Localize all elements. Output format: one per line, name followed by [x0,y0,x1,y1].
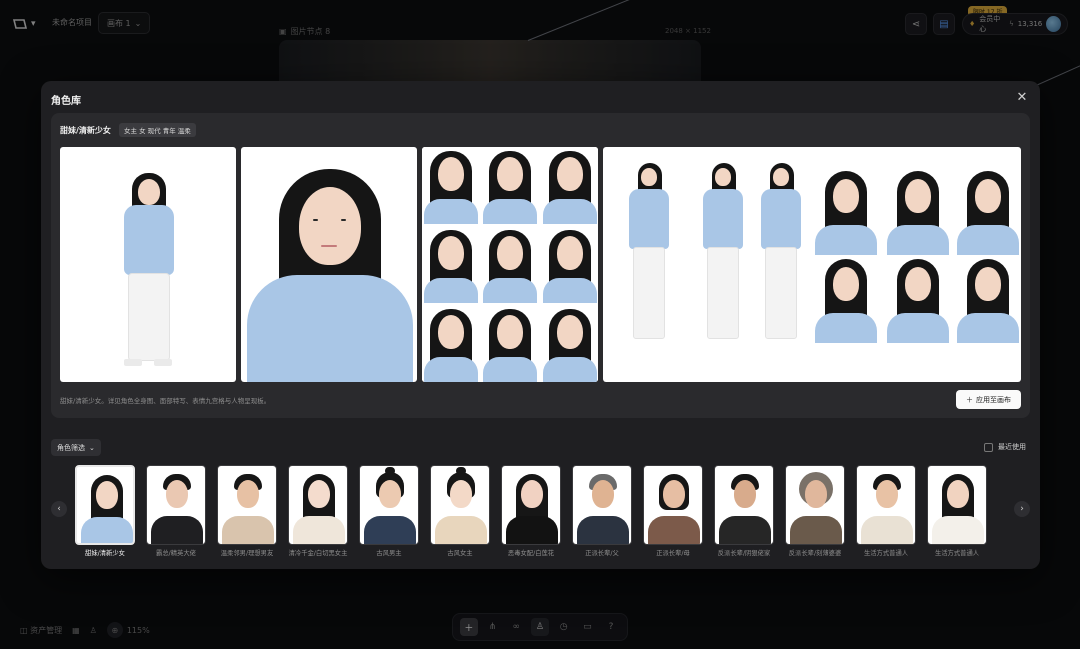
character-thumb-label: 恶毒女配/白莲花 [507,550,555,557]
recent-label: 最近使用 [998,443,1026,451]
character-thumb-image [75,465,135,545]
character-thumb-image [430,465,490,545]
recent-used-toggle[interactable]: 最近使用 [984,442,1026,452]
expression-cell [481,305,539,382]
expression-cell [422,147,480,224]
character-thumb-label: 古风女主 [447,550,473,557]
turnaround-head [955,167,1021,255]
close-button[interactable]: ✕ [1014,90,1030,106]
character-thumb-label: 甜妹/清新少女 [85,550,125,557]
character-thumb[interactable]: 生活方式普通人 [856,465,916,557]
chevron-right-icon: › [1020,504,1024,514]
character-preview-panel: 甜妹/清新少女 女主 女 现代 青年 温柔 甜妹/清新少女。详见角色全身图、面部… [51,113,1030,418]
character-thumb-image [785,465,845,545]
character-thumb-image [927,465,987,545]
character-thumb[interactable]: 甜妹/清新少女 [75,465,135,557]
character-thumb-label: 生活方式普通人 [934,550,980,557]
full-body-image[interactable] [60,147,236,382]
character-thumb[interactable]: 古风男主 [359,465,419,557]
portrait-closeup-image[interactable] [241,147,417,382]
character-tags: 女主 女 现代 青年 温柔 [119,123,196,137]
character-thumb-label: 温柔邻男/理想男友 [220,550,274,557]
character-thumb-label: 古风男主 [376,550,402,557]
carousel-next-button[interactable]: › [1014,501,1030,517]
plus-icon: ＋ [966,395,973,404]
character-thumb-image [643,465,703,545]
turnaround-figure [695,161,751,361]
character-thumb[interactable]: 生活方式普通人 [927,465,987,557]
character-thumb-label: 正派长辈/父 [585,550,619,557]
apply-label: 应用至画布 [976,395,1011,404]
turnaround-head [813,167,879,255]
character-thumb[interactable]: 霸总/精英大佬 [146,465,206,557]
character-thumb-image [501,465,561,545]
character-thumb[interactable]: 温柔邻男/理想男友 [217,465,277,557]
expression-cell [540,147,598,224]
character-thumb-label: 反派长辈/阴狠佬家 [717,550,771,557]
character-thumb[interactable]: 正派长辈/母 [643,465,703,557]
character-thumb-image [359,465,419,545]
turnaround-head [813,255,879,343]
expression-cell [540,305,598,382]
character-name: 甜妹/清新少女 [60,126,111,135]
expression-cell [481,147,539,224]
turnaround-head [885,167,951,255]
character-thumb-label: 霸总/精英大佬 [156,550,196,557]
character-carousel: 甜妹/清新少女 霸总/精英大佬 温柔邻男/理想男友 清冷千金/白切黑女主 古风男主 古风女… [75,465,1005,561]
character-filter-dropdown[interactable]: 角色筛选 ⌄ [51,439,101,456]
character-thumb-image [217,465,277,545]
expression-cell [422,305,480,382]
character-thumb-image [288,465,348,545]
close-icon: ✕ [1016,90,1028,105]
expression-cell [481,226,539,303]
turnaround-figure [753,161,809,361]
turnaround-head [885,255,951,343]
expression-cell [422,226,480,303]
filter-label: 角色筛选 [57,443,85,452]
modal-title: 角色库 [51,96,81,107]
character-thumb[interactable]: 反派长辈/刻薄婆婆 [785,465,845,557]
expression-grid-image[interactable] [422,147,598,382]
character-thumb-image [572,465,632,545]
character-sheet-image[interactable] [603,147,1021,382]
character-thumb[interactable]: 清冷千金/白切黑女主 [288,465,348,557]
character-thumb-label: 清冷千金/白切黑女主 [288,550,348,557]
character-thumb-label: 生活方式普通人 [863,550,909,557]
chevron-left-icon: ‹ [57,504,61,514]
character-library-modal: 角色库 ✕ 甜妹/清新少女 女主 女 现代 青年 温柔 甜妹/清新少女。详见角色… [41,81,1040,569]
character-thumb[interactable]: 恶毒女配/白莲花 [501,465,561,557]
apply-to-canvas-button[interactable]: ＋ 应用至画布 [956,390,1021,409]
character-thumb-image [714,465,774,545]
character-thumb-image [856,465,916,545]
expression-cell [540,226,598,303]
turnaround-figure [621,161,677,361]
chevron-down-icon: ⌄ [89,443,95,452]
character-thumb-label: 正派长辈/母 [656,550,690,557]
character-thumb[interactable]: 古风女主 [430,465,490,557]
turnaround-head [955,255,1021,343]
character-description: 甜妹/清新少女。详见角色全身图、面部特写、表情九宫格与人物呈现板。 [60,397,271,405]
recent-checkbox[interactable] [984,442,993,452]
character-thumb[interactable]: 正派长辈/父 [572,465,632,557]
carousel-prev-button[interactable]: ‹ [51,501,67,517]
character-thumb[interactable]: 反派长辈/阴狠佬家 [714,465,774,557]
character-thumb-image [146,465,206,545]
expression-grid [422,147,598,382]
character-thumb-label: 反派长辈/刻薄婆婆 [788,550,842,557]
